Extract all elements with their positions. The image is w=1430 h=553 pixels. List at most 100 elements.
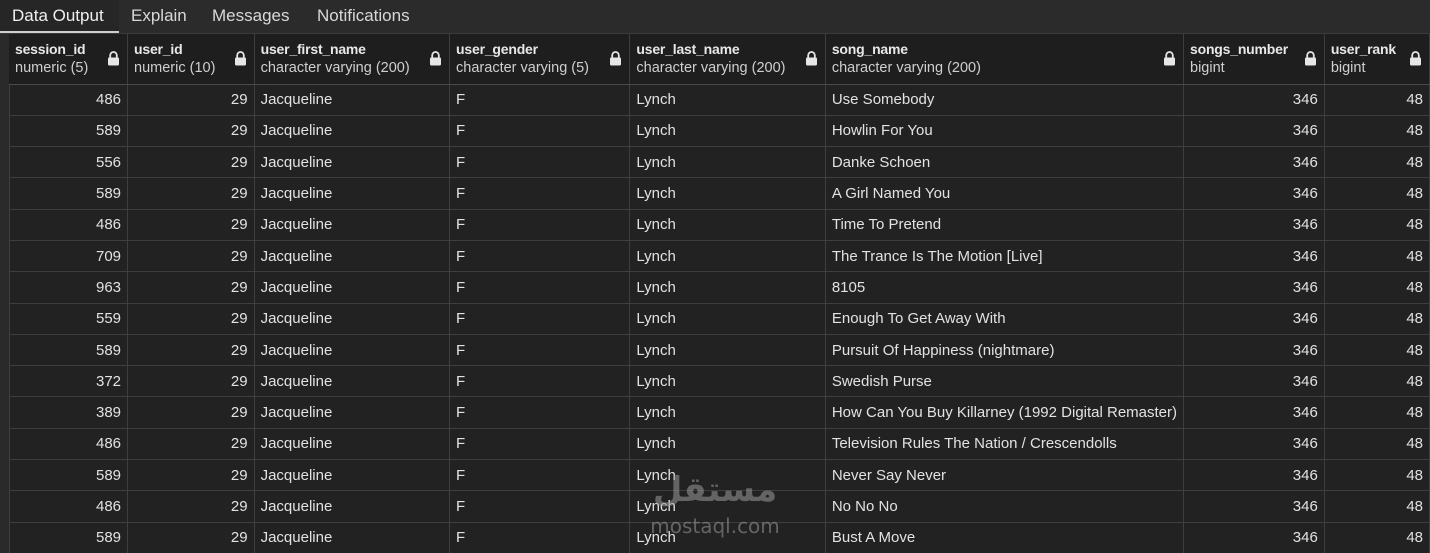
cell-song-name[interactable]: No No No	[825, 491, 1183, 522]
cell-user-first-name[interactable]: Jacqueline	[254, 115, 449, 146]
tab-data-output[interactable]: Data Output	[0, 0, 119, 33]
cell-user-rank[interactable]: 48	[1324, 240, 1429, 271]
table-row[interactable]: 556 29 Jacqueline F Lynch Danke Schoen 346 48	[9, 147, 1430, 178]
cell-user-id[interactable]: 29	[128, 84, 255, 115]
cell-user-gender[interactable]: F	[450, 491, 630, 522]
cell-user-id[interactable]: 29	[128, 334, 255, 365]
table-row[interactable]: 486 29 Jacqueline F Lynch No No No 346 48	[9, 491, 1430, 522]
cell-songs-number[interactable]: 346	[1184, 460, 1325, 491]
column-header-songs-number[interactable]: songs_number bigint	[1184, 34, 1325, 84]
cell-user-last-name[interactable]: Lynch	[630, 115, 825, 146]
cell-user-first-name[interactable]: Jacqueline	[254, 147, 449, 178]
data-grid[interactable]: session_id numeric (5) user_id numeric (10)…	[0, 34, 1430, 553]
cell-songs-number[interactable]: 346	[1184, 428, 1325, 459]
cell-user-gender[interactable]: F	[450, 115, 630, 146]
cell-songs-number[interactable]: 346	[1184, 522, 1325, 553]
cell-songs-number[interactable]: 346	[1184, 366, 1325, 397]
table-row[interactable]: 486 29 Jacqueline F Lynch Time To Pretend 346 4…	[9, 209, 1430, 240]
cell-songs-number[interactable]: 346	[1184, 397, 1325, 428]
cell-user-first-name[interactable]: Jacqueline	[254, 303, 449, 334]
cell-session-id[interactable]: 486	[9, 209, 128, 240]
cell-user-rank[interactable]: 48	[1324, 303, 1429, 334]
cell-user-gender[interactable]: F	[450, 366, 630, 397]
cell-user-last-name[interactable]: Lynch	[630, 272, 825, 303]
cell-songs-number[interactable]: 346	[1184, 334, 1325, 365]
cell-user-rank[interactable]: 48	[1324, 115, 1429, 146]
cell-user-last-name[interactable]: Lynch	[630, 491, 825, 522]
cell-user-last-name[interactable]: Lynch	[630, 147, 825, 178]
cell-user-first-name[interactable]: Jacqueline	[254, 397, 449, 428]
cell-user-rank[interactable]: 48	[1324, 491, 1429, 522]
cell-user-rank[interactable]: 48	[1324, 84, 1429, 115]
table-row[interactable]: 389 29 Jacqueline F Lynch How Can You Buy Kil…	[9, 397, 1430, 428]
cell-user-gender[interactable]: F	[450, 303, 630, 334]
cell-user-gender[interactable]: F	[450, 397, 630, 428]
column-header-user-first-name[interactable]: user_first_name character varying (200)	[254, 34, 449, 84]
cell-session-id[interactable]: 486	[9, 84, 128, 115]
tab-explain[interactable]: Explain	[119, 0, 200, 33]
cell-song-name[interactable]: How Can You Buy Killarney (1992 Digital …	[825, 397, 1183, 428]
cell-user-id[interactable]: 29	[128, 366, 255, 397]
cell-session-id[interactable]: 709	[9, 240, 128, 271]
cell-session-id[interactable]: 486	[9, 491, 128, 522]
cell-songs-number[interactable]: 346	[1184, 303, 1325, 334]
cell-user-id[interactable]: 29	[128, 397, 255, 428]
cell-user-gender[interactable]: F	[450, 178, 630, 209]
cell-user-first-name[interactable]: Jacqueline	[254, 460, 449, 491]
cell-user-gender[interactable]: F	[450, 147, 630, 178]
cell-user-gender[interactable]: F	[450, 84, 630, 115]
cell-session-id[interactable]: 589	[9, 115, 128, 146]
cell-songs-number[interactable]: 346	[1184, 491, 1325, 522]
cell-user-rank[interactable]: 48	[1324, 428, 1429, 459]
cell-songs-number[interactable]: 346	[1184, 84, 1325, 115]
cell-user-rank[interactable]: 48	[1324, 147, 1429, 178]
cell-user-rank[interactable]: 48	[1324, 272, 1429, 303]
table-row[interactable]: 709 29 Jacqueline F Lynch The Trance Is The M…	[9, 240, 1430, 271]
column-header-user-gender[interactable]: user_gender character varying (5)	[450, 34, 630, 84]
cell-user-gender[interactable]: F	[450, 334, 630, 365]
cell-song-name[interactable]: Use Somebody	[825, 84, 1183, 115]
cell-user-first-name[interactable]: Jacqueline	[254, 491, 449, 522]
cell-session-id[interactable]: 589	[9, 334, 128, 365]
cell-session-id[interactable]: 589	[9, 178, 128, 209]
cell-session-id[interactable]: 372	[9, 366, 128, 397]
cell-user-rank[interactable]: 48	[1324, 460, 1429, 491]
cell-user-id[interactable]: 29	[128, 115, 255, 146]
cell-song-name[interactable]: The Trance Is The Motion [Live]	[825, 240, 1183, 271]
cell-session-id[interactable]: 389	[9, 397, 128, 428]
tab-messages[interactable]: Messages	[200, 0, 305, 33]
cell-songs-number[interactable]: 346	[1184, 147, 1325, 178]
cell-user-rank[interactable]: 48	[1324, 522, 1429, 553]
cell-user-id[interactable]: 29	[128, 491, 255, 522]
cell-songs-number[interactable]: 346	[1184, 115, 1325, 146]
table-row[interactable]: 963 29 Jacqueline F Lynch 8105 346 48	[9, 272, 1430, 303]
cell-song-name[interactable]: Danke Schoen	[825, 147, 1183, 178]
cell-user-last-name[interactable]: Lynch	[630, 366, 825, 397]
cell-user-rank[interactable]: 48	[1324, 178, 1429, 209]
column-header-user-rank[interactable]: user_rank bigint	[1324, 34, 1429, 84]
cell-user-first-name[interactable]: Jacqueline	[254, 522, 449, 553]
cell-song-name[interactable]: Enough To Get Away With	[825, 303, 1183, 334]
cell-user-last-name[interactable]: Lynch	[630, 84, 825, 115]
cell-song-name[interactable]: Television Rules The Nation / Crescendol…	[825, 428, 1183, 459]
cell-song-name[interactable]: Pursuit Of Happiness (nightmare)	[825, 334, 1183, 365]
table-row[interactable]: 589 29 Jacqueline F Lynch Pursuit Of Happines…	[9, 334, 1430, 365]
cell-song-name[interactable]: Swedish Purse	[825, 366, 1183, 397]
cell-user-id[interactable]: 29	[128, 460, 255, 491]
cell-user-id[interactable]: 29	[128, 428, 255, 459]
cell-user-gender[interactable]: F	[450, 240, 630, 271]
cell-user-id[interactable]: 29	[128, 272, 255, 303]
cell-user-first-name[interactable]: Jacqueline	[254, 84, 449, 115]
cell-user-first-name[interactable]: Jacqueline	[254, 240, 449, 271]
table-row[interactable]: 589 29 Jacqueline F Lynch Howlin For You 346 4…	[9, 115, 1430, 146]
cell-user-gender[interactable]: F	[450, 272, 630, 303]
cell-session-id[interactable]: 559	[9, 303, 128, 334]
cell-songs-number[interactable]: 346	[1184, 240, 1325, 271]
cell-session-id[interactable]: 963	[9, 272, 128, 303]
cell-user-gender[interactable]: F	[450, 428, 630, 459]
cell-song-name[interactable]: Time To Pretend	[825, 209, 1183, 240]
cell-song-name[interactable]: 8105	[825, 272, 1183, 303]
cell-user-id[interactable]: 29	[128, 522, 255, 553]
cell-user-gender[interactable]: F	[450, 522, 630, 553]
cell-user-id[interactable]: 29	[128, 240, 255, 271]
